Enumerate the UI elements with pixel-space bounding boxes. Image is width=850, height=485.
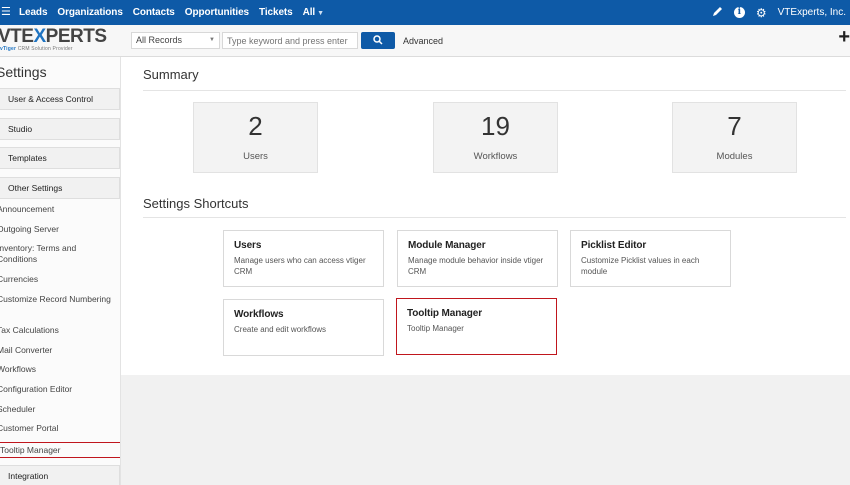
nav-organizations[interactable]: Organizations: [57, 7, 122, 18]
chevron-down-icon: ▼: [317, 10, 324, 17]
sidebar-item-outgoing-server[interactable]: Outgoing Server: [0, 224, 115, 235]
shortcut-users-desc: Manage users who can access vtiger CRM: [234, 256, 366, 276]
sidebar-item-configuration-editor[interactable]: Configuration Editor: [0, 384, 115, 395]
search-icon: [373, 35, 383, 45]
info-icon[interactable]: i: [733, 7, 745, 18]
stat-users[interactable]: 2 Users: [193, 102, 318, 173]
nav-all-menu[interactable]: All ▼: [303, 7, 324, 18]
sidebar-section-templates[interactable]: Templates: [0, 147, 120, 169]
module-nav: Leads Organizations Contacts Opportuniti…: [19, 0, 334, 25]
gear-icon[interactable]: ⚙: [756, 6, 767, 20]
shortcut-users[interactable]: Users Manage users who can access vtiger…: [223, 230, 384, 287]
summary-divider: [143, 90, 846, 91]
chevron-down-icon: ▼: [209, 37, 215, 43]
sidebar-item-mail-converter[interactable]: Mail Converter: [0, 345, 115, 356]
search-input[interactable]: [222, 32, 358, 49]
shortcut-module-manager-desc: Manage module behavior inside vtiger CRM: [408, 256, 544, 276]
company-menu[interactable]: VTExperts, Inc.: [778, 7, 846, 18]
advanced-search-link[interactable]: Advanced: [403, 36, 443, 46]
shortcut-picklist-editor[interactable]: Picklist Editor Customize Picklist value…: [570, 230, 731, 287]
stat-modules-value: 7: [727, 111, 742, 141]
shortcut-tooltip-manager-title: Tooltip Manager: [407, 308, 482, 319]
sidebar-item-customize-record-numbering[interactable]: Customize Record Numbering: [0, 294, 115, 305]
sidebar-section-other-settings[interactable]: Other Settings: [0, 177, 120, 199]
shortcut-workflows[interactable]: Workflows Create and edit workflows: [223, 299, 384, 356]
settings-sidebar: Settings User & Access Control Studio Te…: [0, 57, 121, 485]
shortcut-users-title: Users: [234, 240, 262, 251]
sidebar-item-announcement[interactable]: Announcement: [0, 204, 115, 215]
sidebar-item-tax-calculations[interactable]: Tax Calculations: [0, 325, 115, 336]
records-select-value: All Records: [136, 35, 183, 45]
sidebar-item-customer-portal[interactable]: Customer Portal: [0, 423, 115, 434]
shortcut-picklist-editor-title: Picklist Editor: [581, 240, 647, 251]
stat-modules[interactable]: 7 Modules: [672, 102, 797, 173]
summary-title: Summary: [143, 67, 199, 82]
sidebar-item-inventory-terms[interactable]: Inventory: Terms and Conditions: [0, 243, 115, 265]
shortcut-workflows-desc: Create and edit workflows: [234, 325, 327, 334]
sidebar-item-scheduler[interactable]: Scheduler: [0, 404, 115, 415]
stat-users-value: 2: [248, 111, 263, 141]
stat-users-label: Users: [243, 151, 268, 162]
sidebar-item-tooltip-manager[interactable]: Tooltip Manager: [0, 442, 120, 458]
top-right-actions: i ⚙ VTExperts, Inc.: [712, 0, 850, 25]
stat-workflows-value: 19: [481, 111, 510, 141]
search-bar-row: VTEXPERTS vTiger CRM Solution Provider A…: [0, 25, 850, 57]
records-filter-select[interactable]: All Records ▼: [131, 32, 220, 49]
shortcut-workflows-title: Workflows: [234, 309, 284, 320]
menu-icon[interactable]: ☰: [1, 5, 11, 18]
nav-all-label: All: [302, 7, 316, 18]
logo-tagline: vTiger CRM Solution Provider: [0, 46, 73, 52]
sidebar-title: Settings: [0, 64, 47, 80]
stat-workflows[interactable]: 19 Workflows: [433, 102, 558, 173]
shortcut-tooltip-manager[interactable]: Tooltip Manager Tooltip Manager: [396, 298, 557, 355]
shortcut-picklist-editor-desc: Customize Picklist values in each module: [581, 256, 700, 276]
sidebar-section-user-access[interactable]: User & Access Control: [0, 88, 120, 110]
sidebar-item-workflows[interactable]: Workflows: [0, 364, 115, 375]
sidebar-section-studio[interactable]: Studio: [0, 118, 120, 140]
shortcut-tooltip-manager-desc: Tooltip Manager: [407, 324, 464, 333]
search-button[interactable]: [361, 32, 395, 49]
content-footer-area: [121, 375, 850, 485]
top-navigation-bar: ☰ Leads Organizations Contacts Opportuni…: [0, 0, 850, 25]
settings-main-content: Summary 2 Users 19 Workflows 7 Modules S…: [131, 57, 850, 375]
stat-modules-label: Modules: [716, 151, 753, 162]
nav-leads[interactable]: Leads: [19, 7, 48, 18]
shortcut-module-manager[interactable]: Module Manager Manage module behavior in…: [397, 230, 558, 287]
sidebar-section-integration[interactable]: Integration: [0, 465, 120, 485]
shortcut-module-manager-title: Module Manager: [408, 240, 486, 251]
nav-opportunities[interactable]: Opportunities: [185, 7, 249, 18]
vtexperts-logo[interactable]: VTEXPERTS vTiger CRM Solution Provider: [0, 28, 125, 54]
shortcuts-divider: [143, 217, 846, 218]
shortcuts-title: Settings Shortcuts: [143, 196, 249, 211]
pencil-icon[interactable]: [712, 6, 723, 20]
nav-tickets[interactable]: Tickets: [259, 7, 293, 18]
sidebar-item-currencies[interactable]: Currencies: [0, 274, 115, 285]
logo-wordmark: VTEXPERTS: [0, 28, 107, 47]
stat-workflows-label: Workflows: [473, 151, 518, 162]
nav-contacts[interactable]: Contacts: [133, 7, 175, 18]
plus-icon[interactable]: +: [838, 27, 850, 47]
